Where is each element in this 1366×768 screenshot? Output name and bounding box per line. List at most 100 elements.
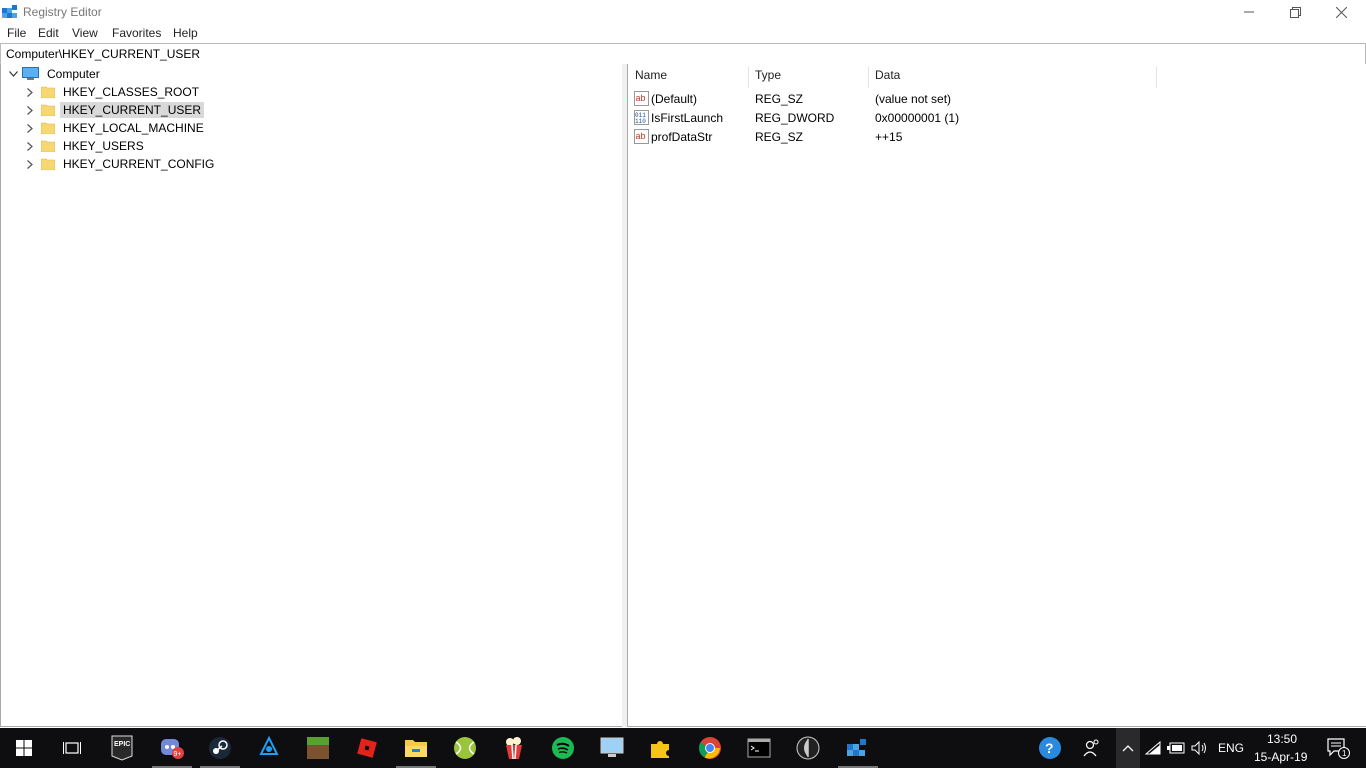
clock-time[interactable]: 13:50 [1267,732,1297,746]
collapsed-chevron-icon[interactable] [23,137,37,155]
minimize-icon [1244,11,1254,13]
column-divider[interactable] [1156,66,1157,88]
tree-item-label: Computer [47,67,100,81]
battery-icon [1167,742,1185,754]
speaker-icon [1191,741,1206,755]
expanded-chevron-icon[interactable] [6,65,20,83]
menu-edit[interactable]: Edit [38,26,59,40]
taskbar-app-minecraft[interactable] [294,728,342,768]
restore-button[interactable] [1272,0,1318,24]
tree-item-hkey-current-user[interactable]: HKEY_CURRENT_USER [23,101,205,119]
taskbar-app-discord[interactable]: 9+ [148,728,196,768]
people-icon [1083,739,1099,757]
address-path: Computer\HKEY_CURRENT_USER [6,47,201,61]
tree-item-hkey-users[interactable]: HKEY_USERS [23,137,147,155]
column-divider[interactable] [868,66,869,88]
help-tray-button[interactable]: ? [1028,728,1072,768]
volume-button[interactable] [1188,728,1212,768]
value-name: profDataStr [651,130,713,144]
menu-file[interactable]: File [7,26,26,40]
taskbar-app-file-explorer[interactable] [392,728,440,768]
key-tree-pane[interactable]: Computer HKEY_CLASSES_ROOT HKEY_CURRENT_… [0,64,623,727]
value-row[interactable]: ab (Default) REG_SZ (value not set) [632,90,1332,108]
folder-icon [41,140,55,152]
collapsed-chevron-icon[interactable] [23,155,37,173]
string-value-icon: ab [634,129,649,144]
tree-item-label: HKEY_LOCAL_MACHINE [63,121,204,135]
taskbar-app-roblox[interactable] [343,728,391,768]
taskbar-app-registry-editor[interactable] [834,728,882,768]
taskbar-app-steam[interactable] [196,728,244,768]
task-view-button[interactable] [48,728,96,768]
svg-text:ab: ab [636,131,646,141]
restore-icon [1289,6,1301,18]
collapsed-chevron-icon[interactable] [23,101,37,119]
collapsed-chevron-icon[interactable] [23,83,37,101]
address-bar[interactable]: Computer\HKEY_CURRENT_USER [0,43,1366,65]
show-hidden-icons-button[interactable] [1116,728,1140,768]
start-button[interactable] [0,728,48,768]
string-value-icon: ab [634,91,649,106]
tree-item-label: HKEY_USERS [63,139,144,153]
tree-item-hkey-classes-root[interactable]: HKEY_CLASSES_ROOT [23,83,202,101]
value-row[interactable]: ab profDataStr REG_SZ ++15 [632,128,1332,146]
wifi-icon [1145,741,1161,755]
people-button[interactable] [1072,728,1112,768]
folder-icon [41,122,55,134]
menu-favorites[interactable]: Favorites [112,26,161,40]
taskbar-app-chrome[interactable] [686,728,734,768]
taskbar-app-battlenet[interactable] [245,728,293,768]
svg-text:EPIC: EPIC [114,741,130,748]
spotify-icon [552,737,574,759]
registry-editor-icon [847,739,866,756]
taskbar-app-remote-desktop[interactable] [588,728,636,768]
taskbar-app-command-prompt[interactable] [735,728,783,768]
network-button[interactable] [1142,728,1164,768]
battery-button[interactable] [1164,728,1188,768]
taskbar-app-tennis[interactable] [441,728,489,768]
close-button[interactable] [1318,0,1364,24]
taskbar-app-popcorn[interactable] [490,728,538,768]
taskbar-app-epic-games[interactable]: EPIC [98,728,146,768]
collapsed-chevron-icon[interactable] [23,119,37,137]
svg-text:110: 110 [635,118,646,125]
column-header-data[interactable]: Data [875,68,900,88]
tree-item-label: HKEY_CURRENT_USER [60,102,205,118]
tree-item-computer[interactable]: Computer [6,65,103,83]
close-icon [1335,6,1347,18]
svg-text:ab: ab [636,93,646,103]
menu-view[interactable]: View [72,26,98,40]
tree-item-hkey-local-machine[interactable]: HKEY_LOCAL_MACHINE [23,119,207,137]
registry-editor-app-icon [2,5,17,18]
notification-count: 1 [1342,749,1347,758]
menu-bar: File Edit View Favorites Help [0,24,1366,42]
unity-icon [796,736,820,760]
taskbar-app-puzzle[interactable] [637,728,685,768]
tennis-ball-icon [454,737,476,759]
binary-value-icon: 011110 [634,110,649,125]
steam-icon [209,737,231,759]
task-view-icon [63,742,81,754]
chrome-icon [699,737,721,759]
clock-date[interactable]: 15-Apr-19 [1254,750,1307,764]
column-divider[interactable] [748,66,749,88]
discord-icon: 9+ [161,739,184,759]
action-center-button[interactable]: 1 [1318,728,1358,768]
tree-item-hkey-current-config[interactable]: HKEY_CURRENT_CONFIG [23,155,217,173]
value-data: 0x00000001 (1) [875,111,960,125]
menu-help[interactable]: Help [173,26,198,40]
column-header-type[interactable]: Type [755,68,781,88]
input-language[interactable]: ENG [1218,741,1244,755]
file-explorer-icon [405,740,427,757]
value-type: REG_SZ [755,130,804,144]
values-list-pane[interactable]: Name Type Data ab (Default) REG_SZ (valu… [627,64,1366,727]
cmd-icon [747,738,771,758]
value-type: REG_DWORD [755,111,835,125]
column-header-name[interactable]: Name [635,68,667,88]
discord-badge: 9+ [174,751,182,758]
value-name: (Default) [651,92,698,106]
taskbar-app-unity[interactable] [784,728,832,768]
minimize-button[interactable] [1226,0,1272,24]
taskbar-app-spotify[interactable] [539,728,587,768]
value-row[interactable]: 011 110 IsFirstLaunch REG_DWORD 0x0000000… [632,109,1332,127]
